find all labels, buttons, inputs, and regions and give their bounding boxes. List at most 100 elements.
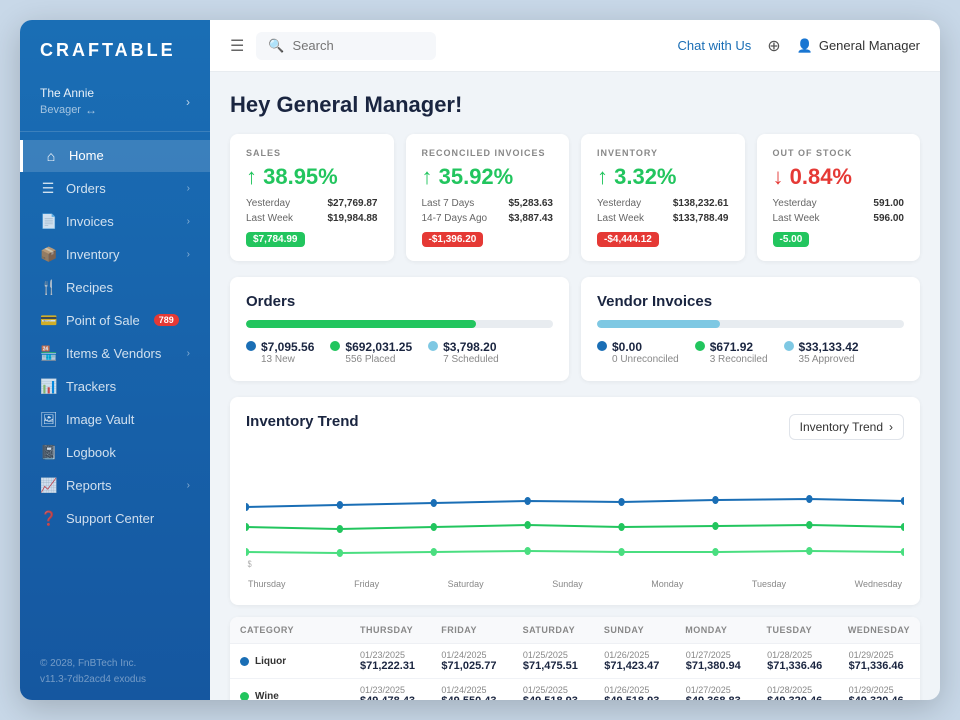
table-cell-category-0: Liquor <box>230 644 350 678</box>
search-input[interactable] <box>293 38 413 53</box>
kpi-row-data: Yesterday 591.00 <box>773 198 905 209</box>
orders-legend-dot-0 <box>246 341 256 351</box>
table-cell-1-3: 01/26/2025 $49,518.93 <box>594 679 675 700</box>
kpi-card-0: SALES ↑ 38.95% Yesterday $27,769.87 Last… <box>230 134 394 261</box>
main-area: ☰ 🔍 Chat with Us ⊕ 👤 General Manager Hey… <box>210 20 940 700</box>
notification-icon[interactable]: ⊕ <box>767 36 780 56</box>
table-body: Liquor 01/23/2025 $71,222.31 01/24/2025 … <box>230 644 920 700</box>
kpi-row: SALES ↑ 38.95% Yesterday $27,769.87 Last… <box>230 134 920 261</box>
table-header-col-6: TUESDAY <box>757 617 838 643</box>
footer-copyright: © 2028, FnBTech Inc. <box>40 656 190 672</box>
kpi-row-data: Yesterday $138,232.61 <box>597 198 729 209</box>
support-nav-icon: ❓ <box>40 510 56 527</box>
kpi-label-3: OUT OF STOCK <box>773 148 905 158</box>
sidebar-label-image-vault: Image Vault <box>66 412 134 427</box>
sidebar-label-invoices: Invoices <box>66 214 114 229</box>
inventory-nav-icon: 📦 <box>40 246 56 263</box>
sidebar-label-trackers: Trackers <box>66 379 116 394</box>
home-nav-icon: ⌂ <box>43 148 59 164</box>
orders-chart-card: Orders $7,095.56 13 New $692,031.25 556 … <box>230 277 569 381</box>
x-label-2: Saturday <box>448 579 484 589</box>
account-selector[interactable]: The Annie Bevager ↔ › <box>20 77 210 132</box>
sidebar-item-logbook[interactable]: 📓 Logbook <box>20 436 210 469</box>
kpi-badge-1: -$1,396.20 <box>422 232 484 247</box>
kpi-value-1: ↑ 35.92% <box>422 164 554 190</box>
sidebar-item-reports[interactable]: 📈 Reports › <box>20 469 210 502</box>
chevron-right-icon: › <box>889 420 893 434</box>
orders-legend-dot-1 <box>330 341 340 351</box>
sidebar-item-items[interactable]: 🏪 Items & Vendors › <box>20 337 210 370</box>
sidebar-label-orders: Orders <box>66 181 106 196</box>
inventory-chevron: › <box>187 249 190 260</box>
sidebar: CRAFTABLE The Annie Bevager ↔ › ⌂ Home ☰… <box>20 20 210 700</box>
kpi-row-data: Last 7 Days $5,283.63 <box>422 198 554 209</box>
vendor-legend-item-2: $33,133.42 35 Approved <box>784 340 859 365</box>
user-label: General Manager <box>819 38 920 53</box>
chat-with-us-link[interactable]: Chat with Us <box>678 38 752 53</box>
sidebar-label-reports: Reports <box>66 478 112 493</box>
orders-nav-icon: ☰ <box>40 180 56 197</box>
sidebar-label-home: Home <box>69 148 104 163</box>
app-logo: CRAFTABLE <box>20 20 210 77</box>
trend-title: Inventory Trend <box>246 413 359 430</box>
kpi-row-data: Yesterday $27,769.87 <box>246 198 378 209</box>
sidebar-nav: ⌂ Home ☰ Orders › 📄 Invoices › 📦 Invento… <box>20 132 210 644</box>
image-vault-nav-icon: 🖼 <box>40 411 56 428</box>
sidebar-item-image-vault[interactable]: 🖼 Image Vault <box>20 403 210 436</box>
table-cell-0-1: 01/24/2025 $71,025.77 <box>431 644 512 678</box>
kpi-value-0: ↑ 38.95% <box>246 164 378 190</box>
items-chevron: › <box>187 348 190 359</box>
sidebar-item-invoices[interactable]: 📄 Invoices › <box>20 205 210 238</box>
trend-header: Inventory Trend Inventory Trend › <box>246 413 904 440</box>
x-axis-labels: ThursdayFridaySaturdaySundayMondayTuesda… <box>246 579 904 589</box>
menu-icon[interactable]: ☰ <box>230 36 244 56</box>
vendor-legend-dot-2 <box>784 341 794 351</box>
table-header-col-3: SATURDAY <box>513 617 594 643</box>
kpi-label-0: SALES <box>246 148 378 158</box>
sidebar-item-inventory[interactable]: 📦 Inventory › <box>20 238 210 271</box>
sidebar-label-recipes: Recipes <box>66 280 113 295</box>
table-cell-1-4: 01/27/2025 $49,368.83 <box>676 679 757 700</box>
header-right: Chat with Us ⊕ 👤 General Manager <box>678 36 920 56</box>
recipes-nav-icon: 🍴 <box>40 279 56 296</box>
kpi-badge-2: -$4,444.12 <box>597 232 659 247</box>
table-header-col-7: WEDNESDAY <box>838 617 920 643</box>
sidebar-item-support[interactable]: ❓ Support Center <box>20 502 210 535</box>
reports-nav-icon: 📈 <box>40 477 56 494</box>
table-header-col-1: THURSDAY <box>350 617 431 643</box>
sidebar-label-support: Support Center <box>66 511 154 526</box>
table-row-0: Liquor 01/23/2025 $71,222.31 01/24/2025 … <box>230 644 920 679</box>
table-cell-1-0: 01/23/2025 $49,478.43 <box>350 679 431 700</box>
orders-legend-dot-2 <box>428 341 438 351</box>
vendor-legend-dot-1 <box>695 341 705 351</box>
kpi-label-2: INVENTORY <box>597 148 729 158</box>
x-label-5: Tuesday <box>752 579 786 589</box>
sidebar-item-home[interactable]: ⌂ Home <box>20 140 210 172</box>
sidebar-item-orders[interactable]: ☰ Orders › <box>20 172 210 205</box>
user-menu[interactable]: 👤 General Manager <box>797 38 920 54</box>
orders-chart-title: Orders <box>246 293 553 310</box>
sidebar-label-pos: Point of Sale <box>66 313 140 328</box>
search-icon: 🔍 <box>268 38 284 54</box>
category-dot-1 <box>240 692 249 701</box>
table-cell-0-5: 01/28/2025 $71,336.46 <box>757 644 838 678</box>
x-label-6: Wednesday <box>855 579 902 589</box>
sidebar-item-trackers[interactable]: 📊 Trackers <box>20 370 210 403</box>
sidebar-item-pos[interactable]: 💳 Point of Sale 789 <box>20 304 210 337</box>
sidebar-label-items: Items & Vendors <box>66 346 161 361</box>
table-cell-1-2: 01/25/2025 $49,518.93 <box>513 679 594 700</box>
table-header-col-4: SUNDAY <box>594 617 675 643</box>
vendor-progress-bar <box>597 320 904 328</box>
kpi-card-1: RECONCILED INVOICES ↑ 35.92% Last 7 Days… <box>406 134 570 261</box>
table-cell-0-0: 01/23/2025 $71,222.31 <box>350 644 431 678</box>
x-label-1: Friday <box>354 579 379 589</box>
items-nav-icon: 🏪 <box>40 345 56 362</box>
account-sub: Bevager ↔ <box>40 102 97 119</box>
search-box[interactable]: 🔍 <box>256 32 436 60</box>
kpi-row-data: 14-7 Days Ago $3,887.43 <box>422 213 554 224</box>
table-cell-0-2: 01/25/2025 $71,475.51 <box>513 644 594 678</box>
footer-version: v11.3-7db2acd4 exodus <box>40 672 190 688</box>
kpi-label-1: RECONCILED INVOICES <box>422 148 554 158</box>
trend-dropdown[interactable]: Inventory Trend › <box>789 414 904 440</box>
sidebar-item-recipes[interactable]: 🍴 Recipes <box>20 271 210 304</box>
